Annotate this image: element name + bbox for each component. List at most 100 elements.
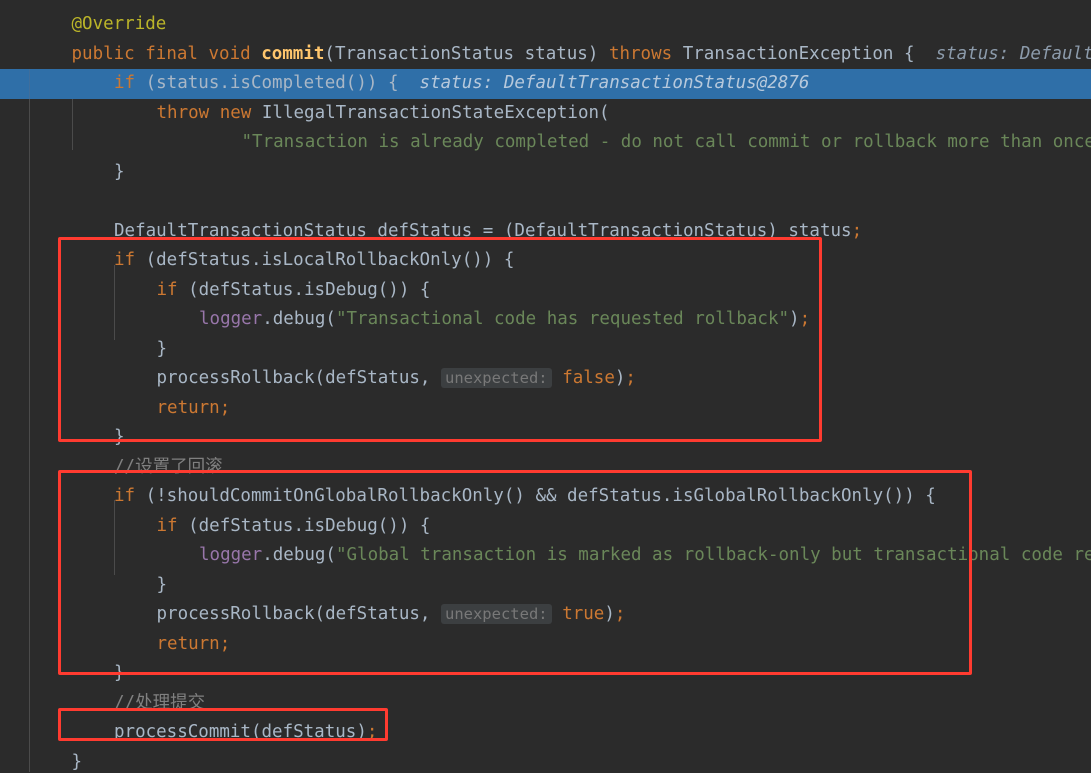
token-punc <box>552 368 563 388</box>
code-line[interactable]: processRollback(defStatus, unexpected: t… <box>0 600 1091 630</box>
code-line-content: } <box>85 158 125 188</box>
code-line-content: if (status.isCompleted()) { status: Defa… <box>85 69 809 99</box>
token-punc: } <box>114 663 125 683</box>
token-punc <box>251 44 262 64</box>
token-punc: } <box>156 574 168 595</box>
token-ident: processCommit(defStatus) <box>114 722 367 742</box>
token-kw: if <box>114 250 136 270</box>
code-line[interactable]: } <box>0 335 1091 365</box>
code-line[interactable]: //处理提交 <box>0 689 1091 719</box>
code-line[interactable]: } <box>0 423 1091 453</box>
code-line[interactable]: "Transaction is already completed - do n… <box>0 128 1091 158</box>
token-punc: ( <box>599 102 610 123</box>
code-line[interactable]: if (defStatus.isLocalRollbackOnly()) { <box>0 246 1091 276</box>
code-line-content: return; <box>128 394 231 424</box>
token-hint: status: DefaultTransactionStatus@2876 <box>935 43 1091 64</box>
code-line[interactable]: logger.debug("Global transaction is mark… <box>0 541 1091 571</box>
code-line[interactable]: } <box>0 571 1091 601</box>
code-line[interactable] <box>0 187 1091 217</box>
token-hint: status: DefaultTransactionStatus@2876 <box>398 73 810 93</box>
token-kw: if <box>114 73 136 93</box>
token-kw: if <box>114 486 136 506</box>
code-line-content: if (defStatus.isDebug()) { <box>128 512 431 542</box>
token-punc: } <box>156 338 168 359</box>
code-line-content: } <box>128 335 168 365</box>
code-line[interactable]: return; <box>0 394 1091 424</box>
code-line[interactable]: DefaultTransactionStatus defStatus = (De… <box>0 217 1091 247</box>
token-kw: true <box>562 604 605 624</box>
code-line-content: processRollback(defStatus, unexpected: f… <box>128 364 636 394</box>
code-line[interactable]: //设置了回滚 <box>0 453 1091 483</box>
code-line-content: processCommit(defStatus); <box>85 718 377 748</box>
code-line-content: logger.debug("Transactional code has req… <box>170 305 810 335</box>
token-comment: //设置了回滚 <box>114 456 223 477</box>
code-editor[interactable]: @Override public final void commit(Transa… <box>0 0 1091 773</box>
code-line-content: } <box>43 748 83 773</box>
token-ident: (defStatus.isDebug()) { <box>177 279 431 300</box>
code-line[interactable]: } <box>0 158 1091 188</box>
token-punc: { <box>893 43 915 64</box>
token-kw: if <box>156 515 178 536</box>
token-methoddecl: commit <box>261 43 325 64</box>
token-semi: ; <box>219 397 231 418</box>
code-line[interactable]: return; <box>0 630 1091 660</box>
code-line[interactable]: if (defStatus.isDebug()) { <box>0 512 1091 542</box>
code-line[interactable]: } <box>0 748 1091 773</box>
code-line[interactable]: logger.debug("Transactional code has req… <box>0 305 1091 335</box>
token-ident: TransactionException <box>682 43 894 64</box>
code-line[interactable]: } <box>0 659 1091 689</box>
code-line-content: logger.debug("Global transaction is mark… <box>170 541 1091 571</box>
token-punc: } <box>71 751 83 772</box>
code-line-current[interactable]: if (status.isCompleted()) { status: Defa… <box>0 69 1091 99</box>
code-line-content: } <box>85 659 125 689</box>
token-punc <box>209 103 220 123</box>
token-str: "Transactional code has requested rollba… <box>335 309 790 329</box>
code-line-content: } <box>128 571 168 601</box>
token-str: "Transaction is already completed - do n… <box>241 132 1091 152</box>
code-line-content: throw new IllegalTransactionStateExcepti… <box>128 99 610 129</box>
token-semi: ; <box>219 633 231 654</box>
token-semi: ; <box>851 220 863 241</box>
code-line-content: //设置了回滚 <box>85 453 223 483</box>
token-ident: IllegalTransactionStateException <box>261 102 600 123</box>
token-punc: } <box>114 161 125 182</box>
token-ident: ) status <box>767 220 852 241</box>
code-line-content: "Transaction is already completed - do n… <box>213 128 1091 158</box>
token-ident: .debug( <box>262 545 336 565</box>
code-line-content: processRollback(defStatus, unexpected: t… <box>128 600 626 630</box>
code-line[interactable]: processCommit(defStatus); <box>0 718 1091 748</box>
token-semi: ; <box>625 368 636 388</box>
token-ident: defStatus <box>366 220 483 241</box>
code-line[interactable]: if (!shouldCommitOnGlobalRollbackOnly() … <box>0 482 1091 512</box>
token-ident: DefaultTransactionStatus <box>514 220 768 241</box>
code-line-content: if (defStatus.isLocalRollbackOnly()) { <box>85 246 514 276</box>
token-ident: status <box>514 43 588 64</box>
code-line[interactable]: public final void commit(TransactionStat… <box>0 40 1091 70</box>
token-punc <box>198 44 209 64</box>
code-line[interactable]: throw new IllegalTransactionStateExcepti… <box>0 99 1091 129</box>
caret-indent-marker <box>29 69 30 99</box>
token-ident: processRollback(defStatus, <box>156 604 441 624</box>
code-line[interactable]: if (defStatus.isDebug()) { <box>0 276 1091 306</box>
code-line-content: //处理提交 <box>85 689 205 719</box>
token-ident: processRollback(defStatus, <box>156 368 441 388</box>
code-line[interactable]: processRollback(defStatus, unexpected: f… <box>0 364 1091 394</box>
token-punc <box>251 103 262 123</box>
token-ident: (status.isCompleted()) { <box>135 73 399 93</box>
token-kw: return <box>156 633 220 654</box>
code-line[interactable]: @Override <box>0 10 1091 40</box>
token-kw: throws <box>608 43 673 64</box>
token-punc <box>598 44 609 64</box>
token-ident: TransactionStatus <box>334 43 515 64</box>
token-kw: final <box>145 43 198 64</box>
token-kw: if <box>156 279 178 300</box>
token-punc: ( <box>493 220 515 241</box>
token-punc: ) <box>587 43 599 64</box>
token-punc: ( <box>324 43 335 64</box>
code-line-content: @Override <box>43 10 167 40</box>
token-kw: false <box>562 368 615 388</box>
token-semi: ; <box>614 604 626 624</box>
token-punc <box>135 44 146 64</box>
token-ident: (defStatus.isLocalRollbackOnly()) { <box>135 250 515 270</box>
token-kw: return <box>156 397 220 418</box>
